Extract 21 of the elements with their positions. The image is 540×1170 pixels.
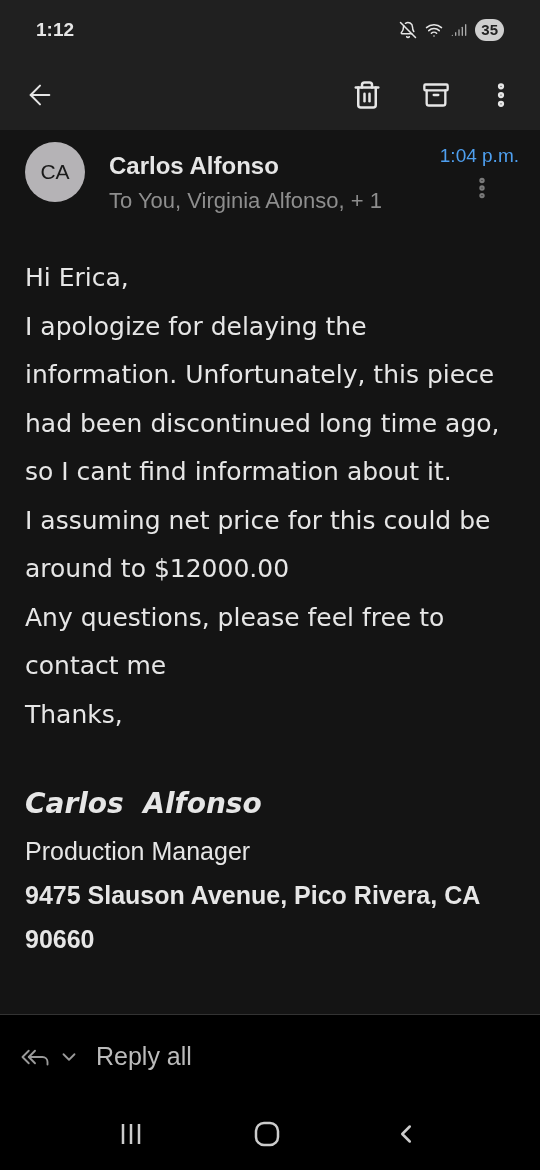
signature-name: Carlos Alfonso <box>25 786 263 822</box>
body-paragraph: I assuming net price for this could be around to $12000.00 <box>25 504 492 585</box>
avatar: CA <box>25 142 85 202</box>
trash-icon[interactable] <box>352 80 382 110</box>
wifi-icon <box>425 21 444 39</box>
reply-all-button[interactable]: Reply all <box>96 1037 192 1076</box>
body-paragraph: Hi Erica, <box>25 262 130 294</box>
sender-name: Carlos Alfonso <box>109 151 280 181</box>
battery-level: 35 <box>475 18 504 42</box>
status-time: 1:12 <box>36 17 75 42</box>
signature-title: Production Manager <box>25 836 252 867</box>
mute-icon <box>399 21 418 39</box>
home-icon[interactable] <box>254 1121 280 1147</box>
archive-icon[interactable] <box>422 81 450 109</box>
message-time: 1:04 p.m. <box>439 144 519 168</box>
body-paragraph: Any questions, please feel free to contact me <box>25 601 446 682</box>
signature-address: 9475 Slauson Avenue, Pico Rivera, CA 90660 <box>25 880 481 955</box>
body-paragraph: I apologize for delaying the information. Unfortunately, this piece had been discontinued long time ago, so I cant find information about it. <box>25 310 501 488</box>
signal-icon <box>451 22 468 38</box>
recipients: To You, Virginia Alfonso, + 1 <box>109 187 383 215</box>
body-paragraph: Thanks, <box>25 698 124 731</box>
